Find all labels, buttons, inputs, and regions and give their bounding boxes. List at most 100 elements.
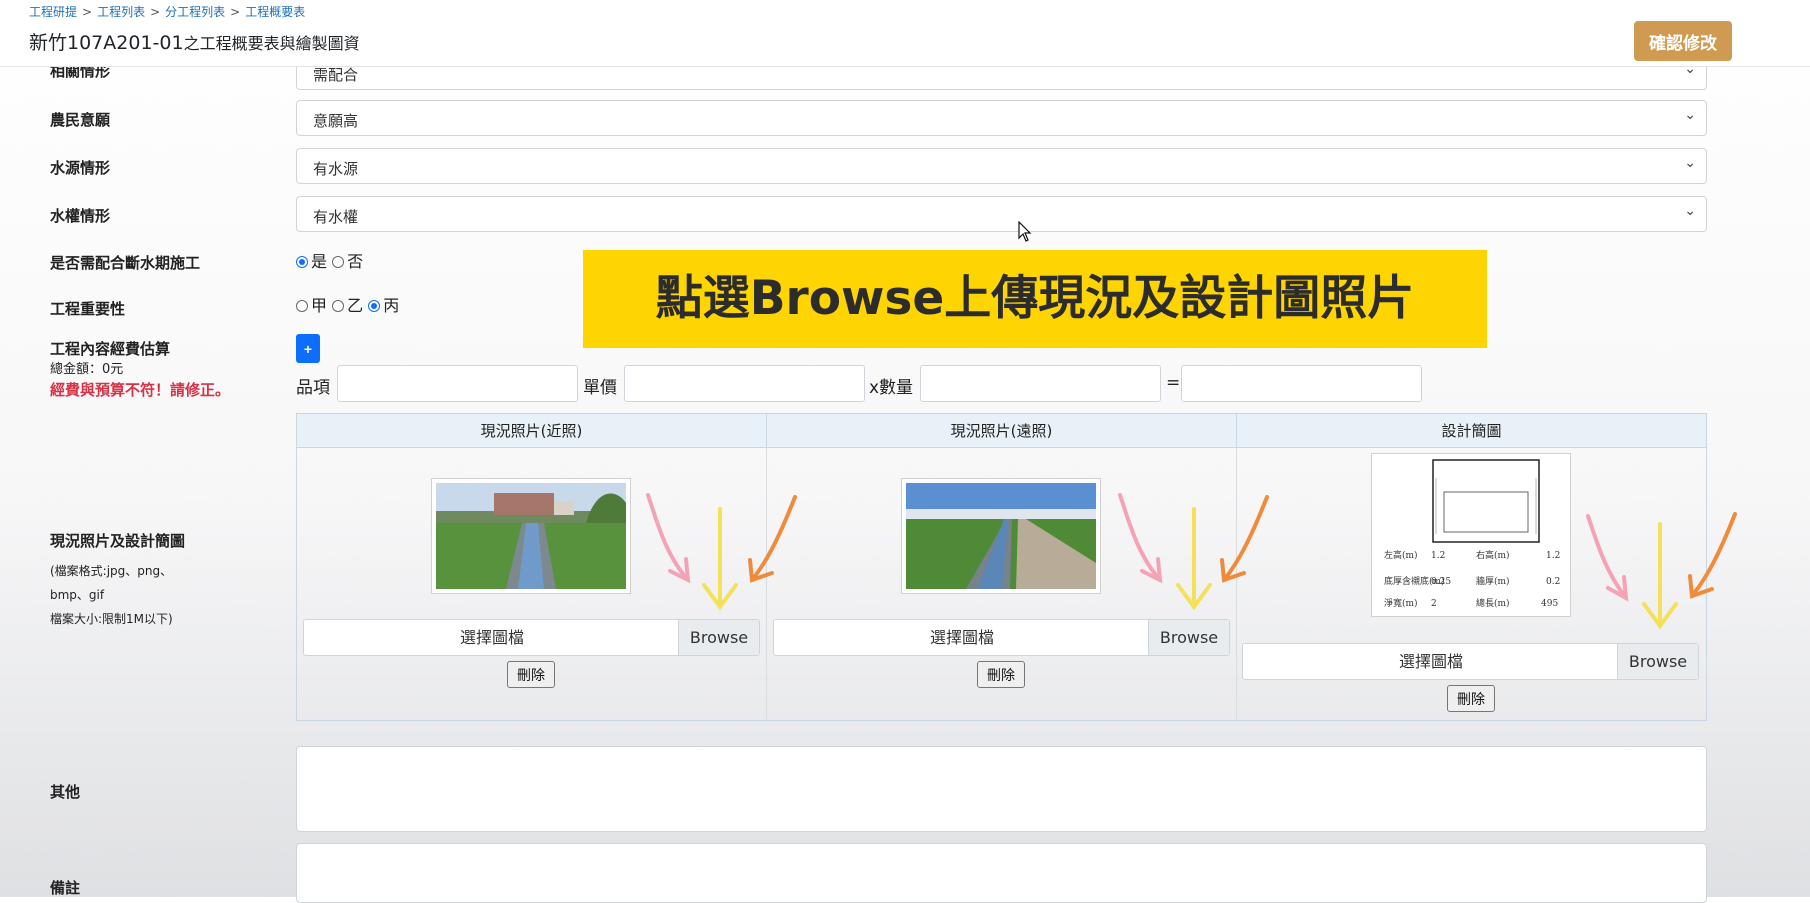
pink-arrow-icon [646, 493, 690, 582]
water-source-select[interactable]: 有水源 ⌄ [296, 148, 1707, 184]
farmer-willingness-label: 農民意願 [50, 111, 111, 129]
orange-arrow-icon [1690, 512, 1737, 598]
breadcrumb-separator: > [82, 5, 93, 19]
cooperation-value: 需配合 [313, 66, 359, 84]
design-left-height-value: 1.2 [1431, 551, 1445, 561]
water-cutoff-option-yes: 是 [311, 252, 328, 271]
near-photo-delete-button[interactable]: 刪除 [507, 661, 555, 688]
photos-label: 現況照片及設計簡圖 [50, 532, 186, 550]
other-label: 其他 [50, 783, 81, 801]
design-width-value: 2 [1431, 599, 1437, 609]
design-sketch-thumbnail: 左高(m) 1.2 右高(m) 1.2 底厚含襯底(m) 0.25 牆厚(m) … [1371, 453, 1571, 617]
water-rights-select[interactable]: 有水權 ⌄ [296, 196, 1707, 232]
other-textarea[interactable] [296, 746, 1707, 832]
chevron-down-icon: ⌄ [1684, 203, 1696, 219]
photos-file-notes: (檔案格式:jpg、png、 bmp、gif 檔案大小:限制1M以下) [50, 559, 173, 631]
importance-radio-group: 甲 乙 丙 [296, 292, 399, 316]
photo-header-design: 設計簡圖 [1237, 414, 1706, 448]
design-sketch-image: 左高(m) 1.2 右高(m) 1.2 底厚含襯底(m) 0.25 牆厚(m) … [1384, 459, 1560, 609]
breadcrumb-separator: > [230, 5, 241, 19]
orange-arrow-icon [750, 495, 797, 582]
importance-option-c: 丙 [383, 296, 400, 315]
budget-label: 工程內容經費估算 [50, 340, 171, 358]
water-cutoff-label: 是否需配合斷水期施工 [50, 254, 201, 272]
photos-note-line: 檔案大小:限制1M以下) [50, 612, 173, 626]
water-rights-label: 水權情形 [50, 207, 111, 225]
page-title-suffix: 之工程概要表與繪製圖資 [183, 34, 360, 53]
design-length-label: 總長(m) [1476, 597, 1510, 609]
importance-option-a: 甲 [311, 296, 328, 315]
remarks-label: 備註 [50, 879, 81, 897]
design-browse-button[interactable]: Browse [1617, 644, 1698, 679]
instruction-banner: 點選Browse上傳現況及設計圖照片 [583, 250, 1487, 348]
importance-radio-c[interactable] [368, 300, 381, 312]
chevron-down-icon: ⌄ [1684, 107, 1696, 123]
water-cutoff-radio-yes[interactable] [296, 256, 308, 268]
far-photo-browse-button[interactable]: Browse [1148, 620, 1229, 655]
farmer-willingness-select[interactable]: 意願高 ⌄ [296, 100, 1707, 136]
breadcrumb-link-project-list[interactable]: 工程列表 [97, 5, 145, 19]
far-photo-delete-button[interactable]: 刪除 [977, 661, 1025, 688]
arrow-annotation-group-design [1586, 512, 1737, 630]
far-photo-thumbnail [901, 478, 1101, 594]
budget-total: 總金額：0元 [50, 362, 124, 377]
pink-arrow-icon [1118, 493, 1162, 582]
photo-header-near: 現況照片(近照) [297, 414, 767, 448]
importance-radio-a[interactable] [296, 300, 308, 312]
equals-sign: = [1166, 373, 1181, 393]
design-wall-value: 0.2 [1546, 577, 1560, 587]
water-cutoff-option-no: 否 [347, 252, 364, 271]
arrow-annotation-group-near [646, 493, 797, 611]
breadcrumb-link-project-summary[interactable]: 工程概要表 [245, 5, 305, 19]
breadcrumb-separator: > [150, 5, 161, 19]
page-title: 新竹107A201-01之工程概要表與繪製圖資 [29, 28, 360, 55]
near-photo-choose-label: 選擇圖檔 [459, 628, 524, 647]
item-label: 品項 [296, 378, 330, 398]
chevron-down-icon: ⌄ [1684, 155, 1696, 171]
near-photo-file-input[interactable]: 選擇圖檔 Browse [303, 619, 760, 656]
budget-warning: 經費與預算不符！請修正。 [50, 381, 231, 399]
page-title-main: 新竹107A201-01 [29, 32, 184, 54]
item-input[interactable] [337, 365, 578, 402]
unit-price-input[interactable] [624, 365, 865, 402]
photo-header-far: 現況照片(遠照) [767, 414, 1237, 448]
quantity-label: x數量 [869, 378, 914, 398]
orange-arrow-icon [1222, 495, 1269, 582]
pink-arrow-icon [1586, 514, 1628, 600]
far-photo-choose-label: 選擇圖檔 [929, 628, 994, 647]
breadcrumb: 工程研提 > 工程列表 > 分工程列表 > 工程概要表 [29, 3, 305, 20]
photos-note-line: (檔案格式:jpg、png、 [50, 564, 173, 578]
subtotal-input[interactable] [1181, 365, 1422, 402]
water-rights-value: 有水權 [313, 208, 359, 226]
design-right-height-label: 右高(m) [1476, 549, 1510, 561]
water-cutoff-radio-no[interactable] [332, 256, 345, 268]
importance-label: 工程重要性 [50, 300, 126, 318]
design-base-value: 0.25 [1431, 577, 1451, 587]
confirm-modify-button[interactable]: 確認修改 [1634, 21, 1732, 61]
photos-note-line: bmp、gif [50, 588, 105, 602]
design-width-label: 淨寬(m) [1384, 597, 1418, 609]
design-choose-label: 選擇圖檔 [1398, 652, 1463, 671]
design-right-height-value: 1.2 [1546, 551, 1560, 561]
mouse-cursor-icon [1018, 221, 1032, 242]
near-photo-image [436, 483, 626, 589]
near-photo-browse-button[interactable]: Browse [678, 620, 759, 655]
quantity-input[interactable] [920, 365, 1161, 402]
arrow-annotation-group-far [1118, 493, 1269, 611]
far-photo-file-input[interactable]: 選擇圖檔 Browse [773, 619, 1230, 656]
add-budget-item-button[interactable]: + [296, 334, 320, 363]
photo-table: 現況照片(近照) 現況照片(遠照) 設計簡圖 選擇圖檔 Browse 刪除 選擇… [296, 413, 1707, 721]
design-delete-button[interactable]: 刪除 [1447, 685, 1495, 712]
unit-price-label: 單價 [583, 378, 617, 398]
far-photo-image [906, 483, 1096, 589]
importance-radio-b[interactable] [332, 300, 345, 312]
importance-option-b: 乙 [347, 296, 364, 315]
breadcrumb-link-sub-project-list[interactable]: 分工程列表 [165, 5, 225, 19]
design-file-input[interactable]: 選擇圖檔 Browse [1242, 643, 1699, 680]
design-length-value: 495 [1541, 599, 1558, 609]
near-photo-thumbnail [431, 478, 631, 594]
remarks-textarea[interactable] [296, 843, 1707, 903]
water-cutoff-radio-group: 是 否 [296, 248, 363, 272]
top-bar: 工程研提 > 工程列表 > 分工程列表 > 工程概要表 新竹107A201-01之工程概要表… [0, 0, 1810, 67]
breadcrumb-link-project-proposal[interactable]: 工程研提 [29, 5, 77, 19]
